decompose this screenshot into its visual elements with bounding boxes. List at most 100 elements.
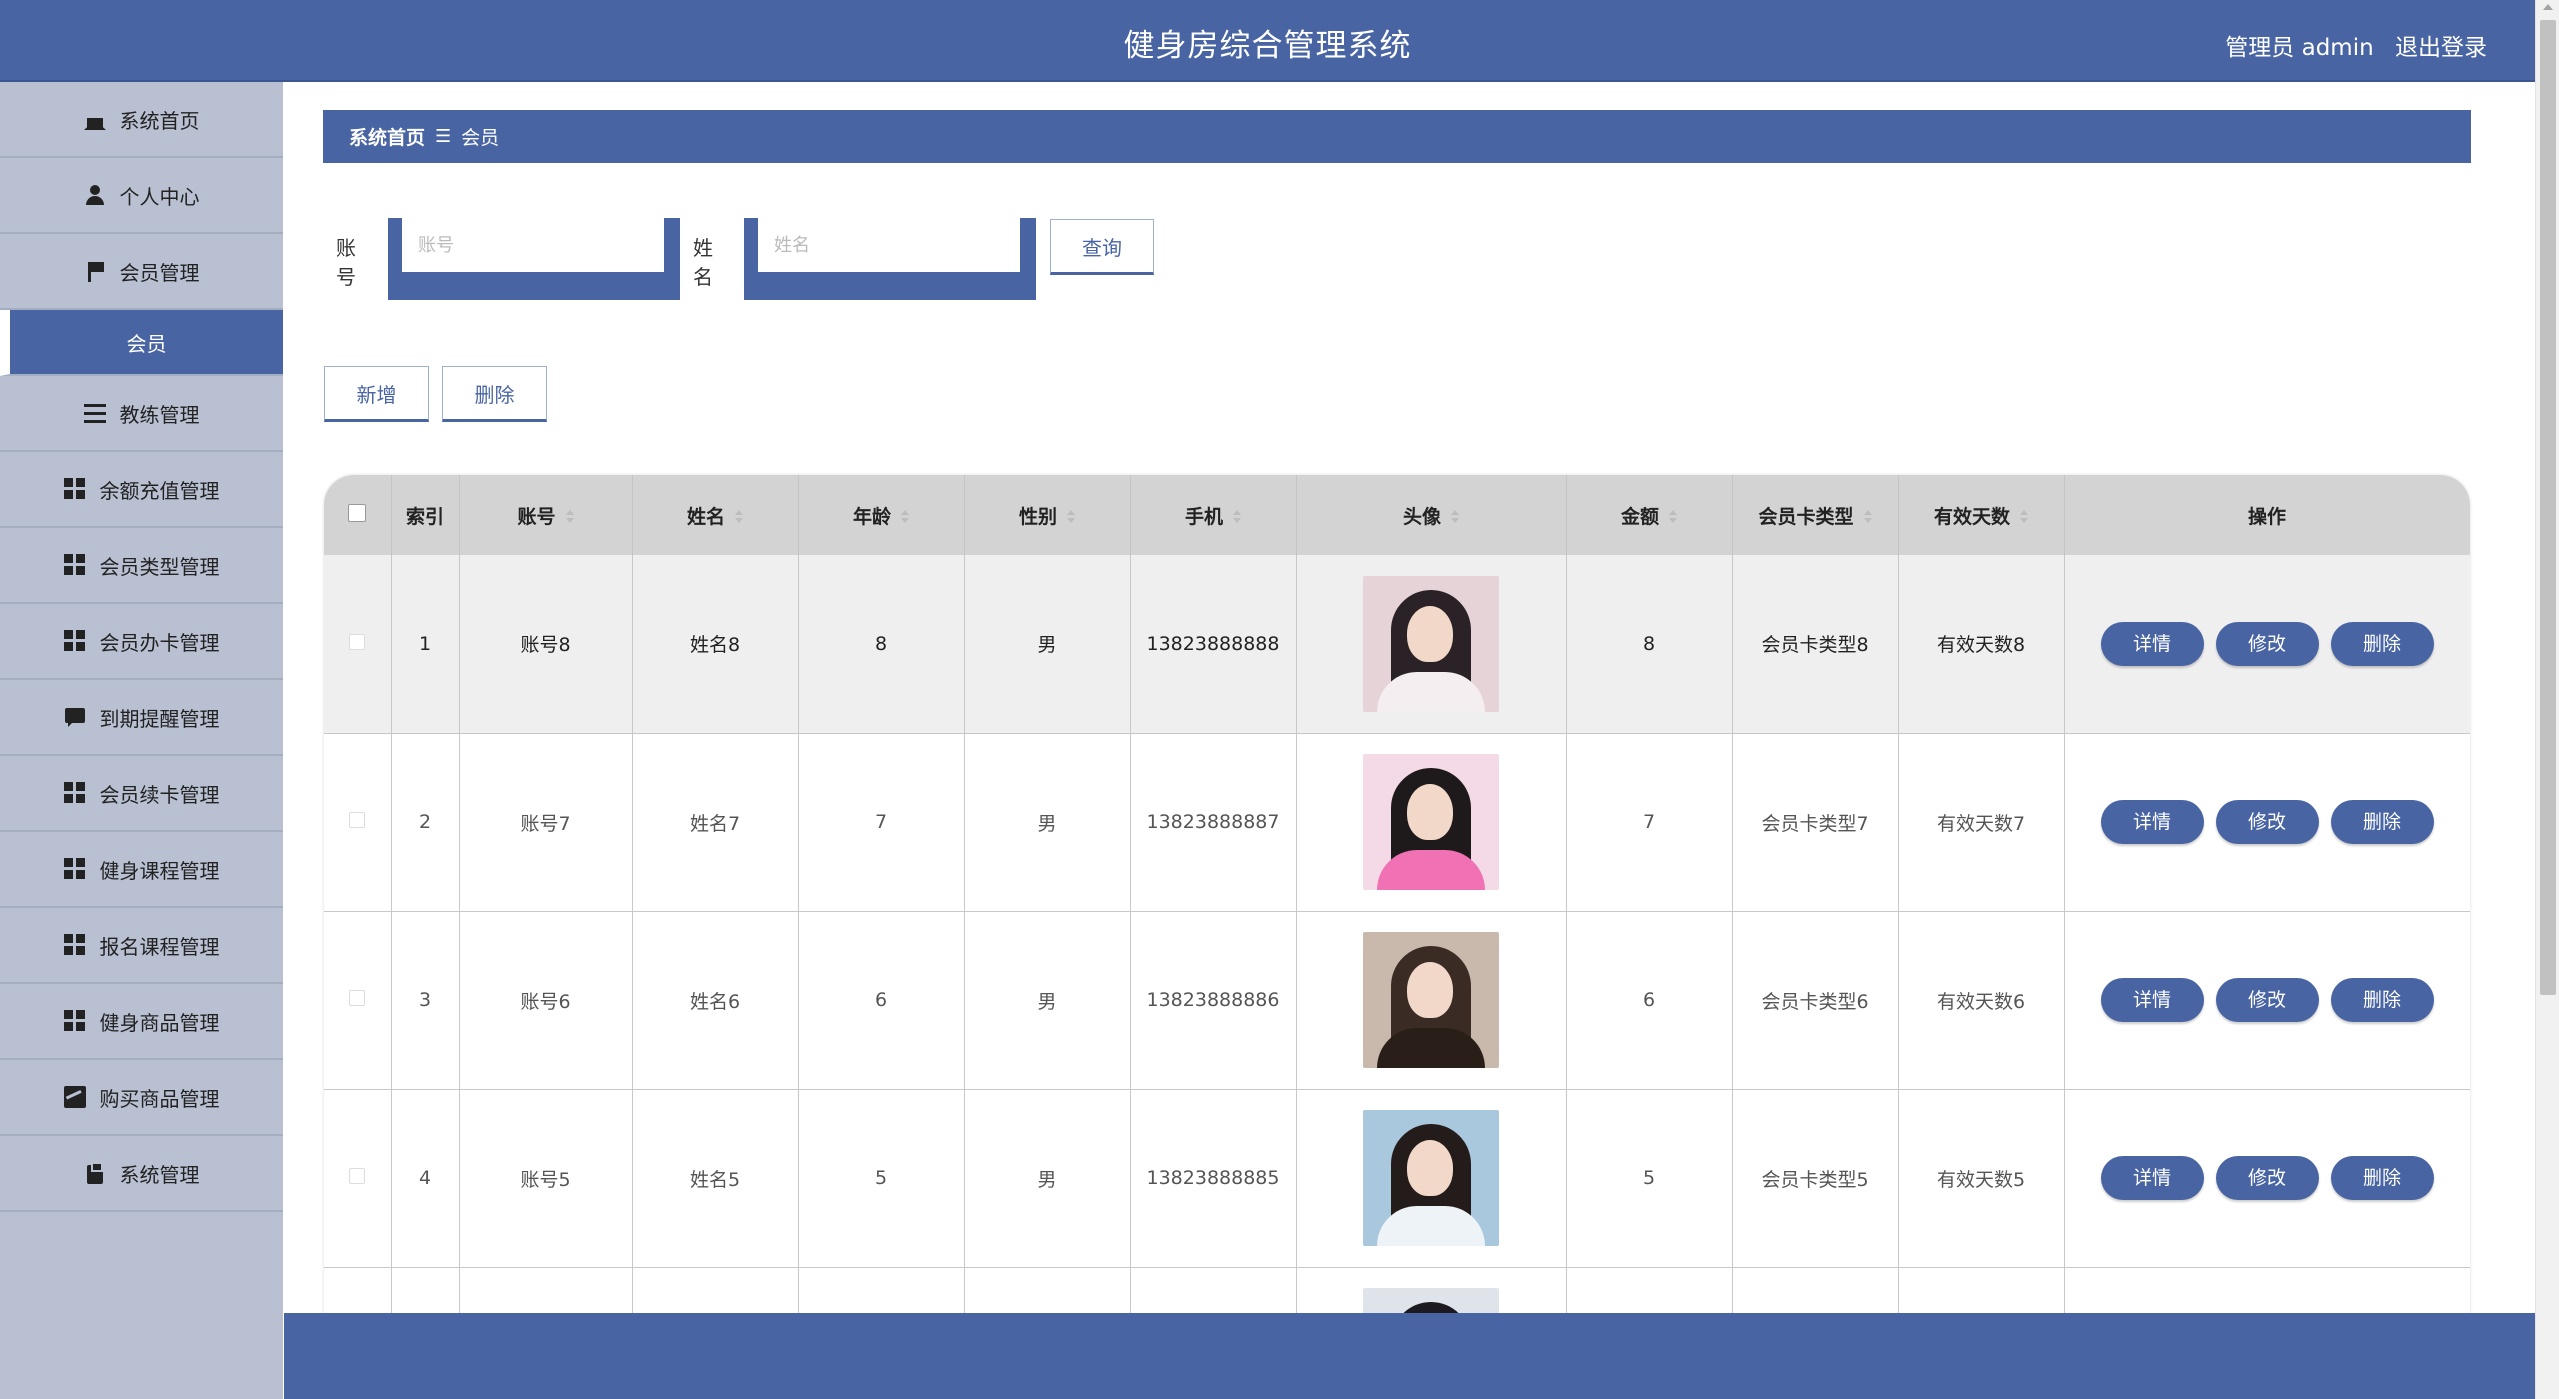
- sidebar-item-coach-management[interactable]: 教练管理: [0, 376, 283, 452]
- grid-icon: [63, 554, 86, 576]
- sort-icon[interactable]: [1863, 510, 1872, 524]
- row-checkbox[interactable]: [349, 812, 366, 828]
- avatar-face: [1407, 605, 1453, 662]
- sidebar-item-purchase-management[interactable]: 购买商品管理: [0, 1060, 283, 1136]
- table-row: 1 账号8 姓名8 8 男 13823888888 8 会员卡类型8 有效天数8 详情 修改 删除: [324, 555, 2470, 733]
- column-header[interactable]: 会员卡类型: [1732, 475, 1899, 555]
- delete-button[interactable]: 删除: [2330, 1156, 2434, 1200]
- sidebar-item-label: 个人中心: [119, 184, 200, 209]
- sidebar-item-label: 系统管理: [119, 1162, 200, 1187]
- row-actions-cell: 详情修改删除: [2064, 555, 2470, 733]
- cell-index: 3: [391, 911, 460, 1089]
- cell-card-type: 会员卡类型8: [1732, 555, 1899, 733]
- cell-phone: 13823888888: [1130, 555, 1297, 733]
- sidebar-item-member-type[interactable]: 会员类型管理: [0, 528, 283, 604]
- avatar: [1363, 575, 1499, 712]
- name-input[interactable]: [758, 218, 1020, 272]
- cell-phone: 13823888885: [1130, 1089, 1297, 1267]
- detail-button[interactable]: 详情: [2100, 621, 2204, 666]
- cell-age: 7: [798, 733, 965, 911]
- column-header[interactable]: 有效天数: [1898, 475, 2065, 555]
- scroll-up-icon[interactable]: [2543, 4, 2553, 10]
- column-header-label: 有效天数: [1933, 505, 2010, 528]
- sort-icon[interactable]: [735, 510, 743, 524]
- add-button[interactable]: 新增: [324, 366, 429, 422]
- table-row: 4 账号5 姓名5 5 男 13823888885 5 会员卡类型5 有效天数5 详情 修改 删除: [324, 1089, 2470, 1267]
- cell-index: 2: [391, 733, 460, 911]
- delete-button[interactable]: 删除: [2330, 800, 2434, 844]
- delete-button[interactable]: 删除: [2330, 621, 2434, 666]
- sidebar-item-card-issue[interactable]: 会员办卡管理: [0, 604, 283, 680]
- sort-icon[interactable]: [1451, 510, 1459, 524]
- chat-icon: [64, 706, 86, 728]
- sidebar-subitem-member[interactable]: 会员: [0, 310, 283, 376]
- detail-button[interactable]: 详情: [2100, 1156, 2204, 1200]
- sidebar-item-profile[interactable]: 个人中心: [0, 158, 283, 234]
- sort-icon[interactable]: [1233, 510, 1241, 524]
- column-header[interactable]: 性别: [964, 475, 1131, 555]
- detail-button[interactable]: 详情: [2100, 978, 2204, 1022]
- sidebar-item-member-management[interactable]: 会员管理: [0, 234, 283, 310]
- delete-button[interactable]: 删除: [2330, 978, 2434, 1022]
- sidebar-item-label: 购买商品管理: [99, 1086, 220, 1111]
- column-header-label: 性别: [1018, 505, 1057, 528]
- select-all-checkbox[interactable]: [348, 503, 367, 522]
- row-actions-cell: 详情修改删除: [2064, 733, 2470, 911]
- cell-index: 4: [391, 1089, 460, 1267]
- member-table: 索引 账号 姓名 年龄 性别 手机 头像 金额 会员卡类型 有效天数 操作 1账…: [324, 475, 2470, 1399]
- sidebar-item-home[interactable]: 系统首页: [0, 82, 283, 158]
- sort-icon[interactable]: [901, 510, 909, 524]
- edit-button[interactable]: 修改: [2215, 1156, 2319, 1200]
- column-header[interactable]: 手机: [1130, 475, 1297, 555]
- row-select-cell: [324, 733, 392, 911]
- sort-icon[interactable]: [1067, 510, 1075, 524]
- cell-phone: 13823888887: [1130, 733, 1297, 911]
- row-checkbox[interactable]: [349, 990, 366, 1006]
- account-input[interactable]: [402, 218, 664, 272]
- grid-icon: [63, 782, 86, 804]
- column-header[interactable]: 头像: [1296, 475, 1567, 555]
- sidebar-item-expiry-reminder[interactable]: 到期提醒管理: [0, 680, 283, 756]
- edit-button[interactable]: 修改: [2215, 800, 2319, 844]
- account-label: 账号: [336, 236, 356, 289]
- column-header[interactable]: 账号: [459, 475, 633, 555]
- cell-gender: 男: [964, 555, 1131, 733]
- sidebar-item-recharge[interactable]: 余额充值管理: [0, 452, 283, 528]
- column-header[interactable]: 金额: [1566, 475, 1733, 555]
- list-icon: [83, 403, 106, 426]
- row-actions-cell: 详情修改删除: [2064, 911, 2470, 1089]
- sort-icon[interactable]: [1669, 510, 1677, 524]
- account-input-wrap: [388, 218, 680, 300]
- row-checkbox[interactable]: [349, 633, 366, 650]
- cell-card-type: 会员卡类型5: [1732, 1089, 1899, 1267]
- sidebar-item-product-management[interactable]: 健身商品管理: [0, 984, 283, 1060]
- column-header[interactable]: 年龄: [798, 475, 965, 555]
- cell-phone: 13823888886: [1130, 911, 1297, 1089]
- sort-icon[interactable]: [2020, 510, 2028, 524]
- top-header: 健身房综合管理系统 管理员 admin 退出登录: [0, 0, 2535, 82]
- table-row: 3 账号6 姓名6 6 男 13823888886 6 会员卡类型6 有效天数6 详情 修改 删除: [324, 911, 2470, 1089]
- sidebar-item-course-management[interactable]: 健身课程管理: [0, 832, 283, 908]
- row-select-cell: [324, 911, 392, 1089]
- scrollbar-thumb[interactable]: [2540, 20, 2556, 995]
- sort-icon[interactable]: [565, 510, 574, 524]
- breadcrumb-separator-icon: ☰: [435, 126, 452, 147]
- cell-gender: 男: [964, 733, 1131, 911]
- footer-bar: [284, 1313, 2535, 1399]
- row-checkbox[interactable]: [349, 1168, 366, 1184]
- clipboard-icon: [84, 1162, 106, 1184]
- sidebar-item-card-renewal[interactable]: 会员续卡管理: [0, 756, 283, 832]
- edit-button[interactable]: 修改: [2215, 978, 2319, 1022]
- sidebar-item-course-enrollment[interactable]: 报名课程管理: [0, 908, 283, 984]
- column-header[interactable]: 姓名: [632, 475, 799, 555]
- sidebar-item-label: 报名课程管理: [99, 934, 220, 959]
- vertical-scrollbar[interactable]: [2535, 0, 2559, 1399]
- edit-button[interactable]: 修改: [2215, 621, 2319, 666]
- detail-button[interactable]: 详情: [2100, 800, 2204, 844]
- grid-icon: [63, 478, 86, 500]
- batch-delete-button[interactable]: 删除: [442, 366, 547, 422]
- breadcrumb-home[interactable]: 系统首页: [349, 123, 425, 150]
- logout-link[interactable]: 退出登录: [2395, 35, 2487, 61]
- query-button[interactable]: 查询: [1050, 219, 1154, 275]
- sidebar-item-system-management[interactable]: 系统管理: [0, 1136, 283, 1212]
